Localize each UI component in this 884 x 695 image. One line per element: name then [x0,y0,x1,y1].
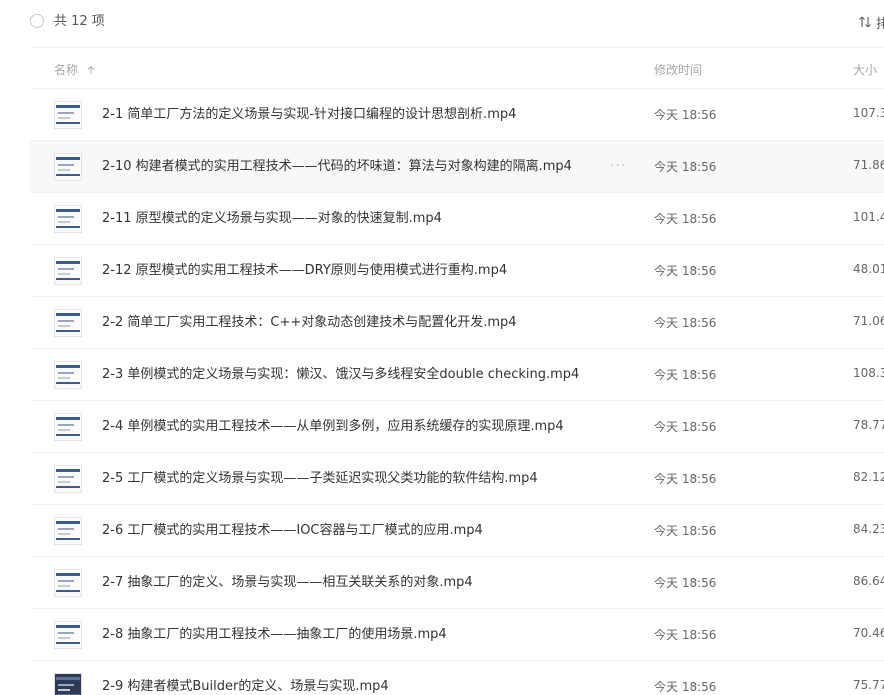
file-size: 71.86 [853,158,884,172]
select-all-checkbox[interactable] [30,14,44,28]
file-name[interactable]: 2-2 简单工厂实用工程技术：C++对象动态创建技术与配置化开发.mp4 [102,313,517,333]
sort-button[interactable]: 排序 [858,12,884,32]
file-row[interactable]: 2-2 简单工厂实用工程技术：C++对象动态创建技术与配置化开发.mp4 今天 1… [30,297,884,349]
file-name[interactable]: 2-9 构建者模式Builder的定义、场景与实现.mp4 [102,677,389,695]
video-thumbnail-icon [54,205,82,233]
file-name[interactable]: 2-7 抽象工厂的定义、场景与实现——相互关联关系的对象.mp4 [102,573,473,593]
file-row[interactable]: 2-9 构建者模式Builder的定义、场景与实现.mp4 今天 18:56 75.… [30,661,884,695]
file-name[interactable]: 2-10 构建者模式的实用工程技术——代码的坏味道：算法与对象构建的隔离.mp4 [102,157,572,177]
file-row[interactable]: 2-3 单例模式的定义场景与实现：懒汉、饿汉与多线程安全double check… [30,349,884,401]
video-thumbnail-icon [54,465,82,493]
sort-arrows-icon [859,16,871,28]
file-row[interactable]: 2-12 原型模式的实用工程技术——DRY原则与使用模式进行重构.mp4 今天 1… [30,245,884,297]
file-row[interactable]: 2-7 抽象工厂的定义、场景与实现——相互关联关系的对象.mp4 今天 18:56… [30,557,884,609]
file-size: 71.06 [853,314,884,328]
video-thumbnail-icon [54,309,82,337]
more-actions-icon[interactable]: ··· [610,157,626,175]
file-name[interactable]: 2-4 单例模式的实用工程技术——从单例到多例，应用系统缓存的实现原理.mp4 [102,417,564,437]
video-thumbnail-icon [54,621,82,649]
file-size: 107.3 [853,106,884,120]
video-thumbnail-icon [54,257,82,285]
modified-time: 今天 18:56 [654,108,717,122]
column-modified-header[interactable]: 修改时间 [654,61,702,78]
video-thumbnail-icon [54,673,82,695]
modified-time: 今天 18:56 [654,420,717,434]
sort-label: 排序 [876,16,884,32]
file-size: 48.01 [853,262,884,276]
file-name[interactable]: 2-6 工厂模式的实用工程技术——IOC容器与工厂模式的应用.mp4 [102,521,483,541]
file-list-page: 共 12 项 排序 名称 修改时间 大小 2-1 简单工厂方法的定义场景与实现-… [0,0,884,695]
file-name[interactable]: 2-5 工厂模式的定义场景与实现——子类延迟实现父类功能的软件结构.mp4 [102,469,538,489]
modified-time: 今天 18:56 [654,524,717,538]
file-size: 82.12 [853,470,884,484]
item-count-label: 共 12 项 [54,14,105,29]
file-row[interactable]: 2-11 原型模式的定义场景与实现——对象的快速复制.mp4 今天 18:56 10… [30,193,884,245]
toolbar: 共 12 项 排序 [0,0,884,44]
video-thumbnail-icon [54,361,82,389]
file-row[interactable]: 2-4 单例模式的实用工程技术——从单例到多例，应用系统缓存的实现原理.mp4 今… [30,401,884,453]
file-row[interactable]: 2-1 简单工厂方法的定义场景与实现-针对接口编程的设计思想剖析.mp4 今天 1… [30,89,884,141]
file-size: 78.77 [853,418,884,432]
file-name[interactable]: 2-11 原型模式的定义场景与实现——对象的快速复制.mp4 [102,209,442,229]
file-list: 2-1 简单工厂方法的定义场景与实现-针对接口编程的设计思想剖析.mp4 今天 1… [30,89,884,695]
file-row[interactable]: 2-6 工厂模式的实用工程技术——IOC容器与工厂模式的应用.mp4 今天 18:… [30,505,884,557]
modified-time: 今天 18:56 [654,576,717,590]
video-thumbnail-icon [54,101,82,129]
video-thumbnail-icon [54,153,82,181]
file-name[interactable]: 2-12 原型模式的实用工程技术——DRY原则与使用模式进行重构.mp4 [102,261,507,281]
video-thumbnail-icon [54,517,82,545]
modified-time: 今天 18:56 [654,316,717,330]
file-name[interactable]: 2-8 抽象工厂的实用工程技术——抽象工厂的使用场景.mp4 [102,625,447,645]
video-thumbnail-icon [54,413,82,441]
modified-time: 今天 18:56 [654,628,717,642]
file-name[interactable]: 2-1 简单工厂方法的定义场景与实现-针对接口编程的设计思想剖析.mp4 [102,105,516,125]
column-name-label: 名称 [54,63,79,77]
column-name-header[interactable]: 名称 [54,61,96,78]
file-size: 86.64 [853,574,884,588]
file-name[interactable]: 2-3 单例模式的定义场景与实现：懒汉、饿汉与多线程安全double check… [102,365,579,385]
file-size: 108.3 [853,366,884,380]
file-size: 75.77 [853,678,884,692]
modified-time: 今天 18:56 [654,264,717,278]
video-thumbnail-icon [54,569,82,597]
arrow-up-icon [87,65,95,74]
file-size: 84.23 [853,522,884,536]
modified-time: 今天 18:56 [654,472,717,486]
file-size: 70.46 [853,626,884,640]
file-row[interactable]: 2-5 工厂模式的定义场景与实现——子类延迟实现父类功能的软件结构.mp4 今天 … [30,453,884,505]
column-size-header[interactable]: 大小 [853,61,877,78]
modified-time: 今天 18:56 [654,160,717,174]
file-row[interactable]: 2-8 抽象工厂的实用工程技术——抽象工厂的使用场景.mp4 今天 18:56 70… [30,609,884,661]
modified-time: 今天 18:56 [654,212,717,226]
modified-time: 今天 18:56 [654,368,717,382]
column-header: 名称 修改时间 大小 [30,47,884,89]
modified-time: 今天 18:56 [654,680,717,694]
file-row[interactable]: 2-10 构建者模式的实用工程技术——代码的坏味道：算法与对象构建的隔离.mp4… [30,141,884,193]
file-size: 101.4 [853,210,884,224]
